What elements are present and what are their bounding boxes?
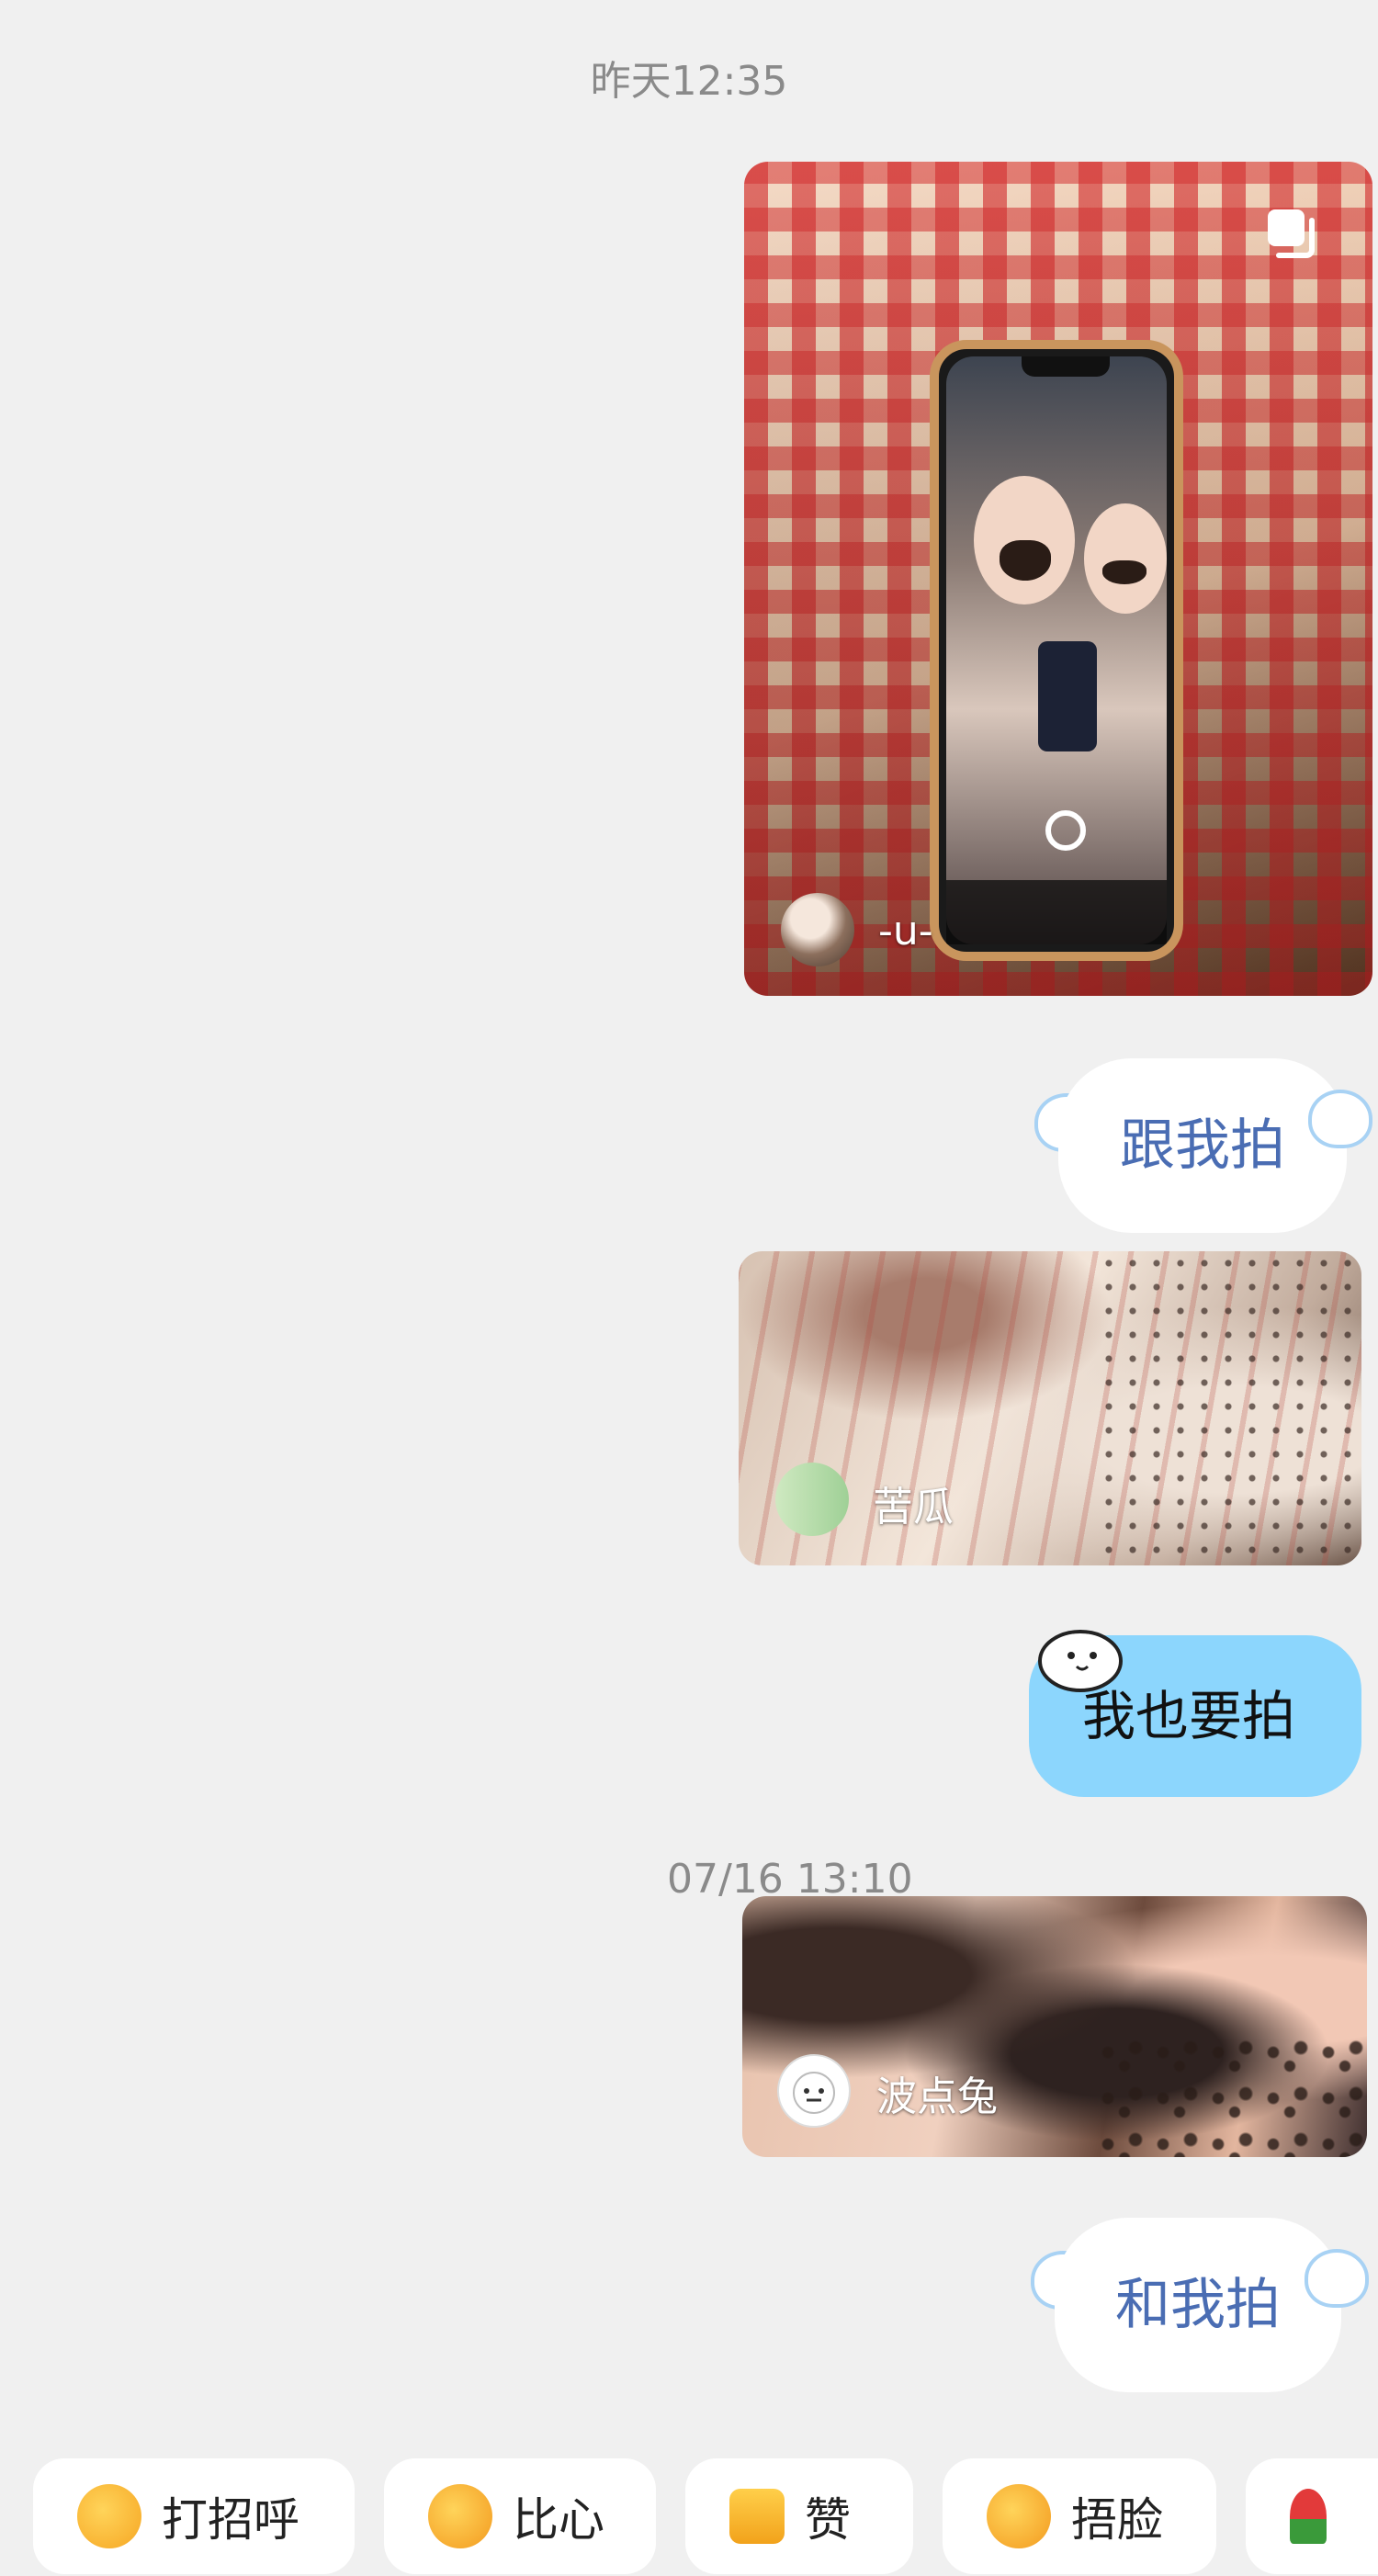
author-name: 苦瓜 [873,1484,954,1531]
cloud-wing-right-icon [1308,1090,1372,1148]
wave-emoji-icon [77,2484,141,2548]
chip-label: 捂脸 [1071,2493,1163,2547]
author-name: 波点兔 [876,2073,998,2120]
heart-hands-emoji-icon [428,2484,492,2548]
chip-label: 比心 [513,2493,604,2547]
camera-toolbar [946,880,1167,944]
shutter-button [1045,810,1086,851]
polka-dot-pattern [1097,1251,1361,1565]
multi-image-icon [1266,208,1315,258]
avatar [775,1463,849,1536]
phone-in-hand [1038,641,1097,751]
mustache [1102,560,1146,584]
leopard-pattern [1091,2034,1367,2157]
phone-image [930,340,1183,961]
quick-reply-wave[interactable]: 打招呼 [33,2458,355,2574]
chip-label: 打招呼 [162,2493,299,2547]
quick-reply-like[interactable]: 赞 [685,2458,913,2574]
facepalm-emoji-icon [987,2484,1051,2548]
author-name: -u- [878,908,933,955]
quick-reply-heart[interactable]: 比心 [384,2458,656,2574]
message-bubble[interactable]: 跟我拍 [1058,1058,1347,1233]
rose-emoji-icon [1290,2489,1327,2544]
chip-label: 赞 [805,2493,851,2547]
face [1084,503,1167,614]
avatar [781,893,854,966]
phone-notch [1022,356,1110,377]
timestamp: 昨天12:35 [590,58,788,105]
thumbs-up-emoji-icon [729,2489,785,2544]
seal-sticker-icon [1027,1619,1128,1701]
avatar [777,2054,851,2128]
message-bubble[interactable]: 和我拍 [1055,2218,1341,2392]
mustache [1000,540,1051,581]
quick-reply-rose[interactable] [1246,2458,1378,2574]
quick-reply-bar: 打招呼 比心 赞 捂脸 [0,2455,1378,2576]
phone-screen [946,356,1167,944]
cloud-wing-right-icon [1305,2249,1369,2308]
quick-reply-facepalm[interactable]: 捂脸 [943,2458,1216,2574]
